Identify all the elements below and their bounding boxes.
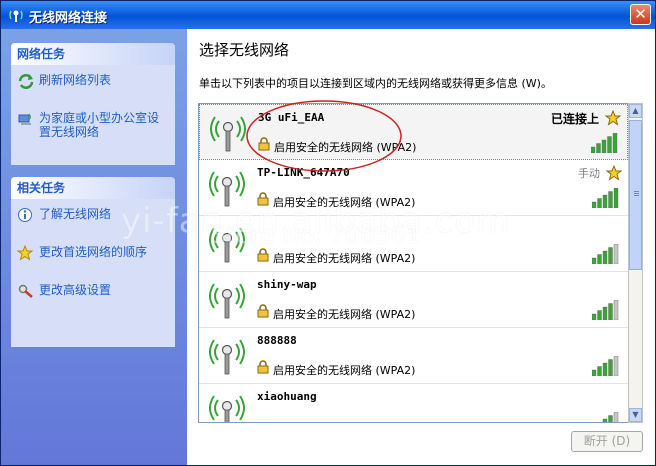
network-ssid: shiny-wap	[257, 278, 317, 291]
signal-bar	[592, 369, 597, 376]
sidebar: 网络任务 刷新网络列表 为家庭或小型办公室设 置无线网络 相关任务 了解无线网络…	[1, 29, 187, 465]
signal-bar	[597, 254, 602, 264]
signal-bar	[612, 133, 618, 153]
signal-bar	[607, 136, 612, 153]
network-tasks-panel: 网络任务 刷新网络列表 为家庭或小型办公室设 置无线网络	[11, 43, 175, 165]
signal-strength	[598, 412, 619, 424]
signal-bar	[601, 139, 607, 153]
signal-strength	[592, 356, 619, 376]
signal-bar	[608, 415, 613, 422]
signal-strength	[592, 300, 619, 320]
change-preferred-order-link[interactable]: 更改首选网络的顺序	[17, 245, 147, 261]
signal-bar	[608, 247, 613, 264]
instruction-text: 单击以下列表中的项目以连接到区域内的无线网络或获得更多信息 (W)。	[199, 77, 552, 90]
signal-bar	[598, 423, 602, 424]
preferred-star-icon	[605, 110, 621, 126]
change-preferred-order-label: 更改首选网络的顺序	[39, 245, 148, 259]
lock-icon	[257, 304, 269, 318]
network-ssid: xiaohuang	[257, 390, 317, 403]
signal-bar	[613, 412, 619, 422]
wireless-antenna-icon	[209, 395, 245, 422]
learn-wireless-label: 了解无线网络	[39, 207, 112, 221]
network-status: 已连接上	[550, 112, 599, 126]
setup-network-icon	[18, 113, 31, 125]
page-title: 选择无线网络	[199, 41, 290, 59]
signal-bar	[602, 306, 608, 320]
network-status: 手动	[578, 167, 600, 180]
signal-bar	[613, 300, 619, 320]
network-tasks-header: 网络任务	[11, 43, 175, 65]
network-security: 启用安全的无线网络 (WPA2)	[273, 252, 416, 265]
disconnect-button[interactable]: 断开 (D)	[571, 431, 643, 452]
setup-home-network-label-1: 为家庭或小型办公室设	[39, 111, 160, 125]
lock-icon	[257, 248, 269, 262]
signal-bar	[592, 313, 597, 320]
change-advanced-settings-label: 更改高级设置	[39, 283, 112, 297]
signal-bar	[602, 250, 608, 264]
signal-bar	[602, 362, 608, 376]
refresh-icon	[18, 74, 34, 89]
signal-strength	[591, 133, 618, 153]
signal-strength	[592, 244, 619, 264]
signal-strength	[592, 188, 619, 208]
lock-icon	[257, 360, 269, 374]
wireless-antenna-icon	[209, 339, 245, 375]
scroll-up-button[interactable]: ▲	[629, 104, 642, 118]
close-button[interactable]: ✕	[630, 4, 651, 25]
scroll-grip	[634, 191, 639, 192]
wireless-network-icon	[9, 10, 23, 22]
highlight-circle	[246, 100, 402, 172]
signal-bar	[592, 201, 597, 208]
signal-bar	[596, 143, 601, 153]
network-item[interactable]: shiny-wap 启用安全的无线网络 (WPA2)	[199, 272, 628, 328]
signal-bar	[591, 146, 596, 153]
network-item[interactable]: xiaohuang	[199, 384, 628, 424]
network-item[interactable]: 888888 启用安全的无线网络 (WPA2)	[199, 328, 628, 384]
wireless-connection-window: 无线网络连接 ✕ 网络任务 刷新网络列表 为家庭或小型办公室设 置无线网络 相关…	[0, 0, 656, 466]
watermark-store: Store No. 700561	[211, 221, 422, 249]
signal-bar	[602, 418, 608, 422]
change-advanced-settings-link[interactable]: 更改高级设置	[17, 283, 111, 299]
signal-bar	[597, 310, 602, 320]
learn-wireless-link[interactable]: 了解无线网络	[17, 207, 111, 223]
signal-bar	[613, 244, 619, 264]
window-title: 无线网络连接	[29, 11, 108, 26]
setup-home-network-link[interactable]: 为家庭或小型办公室设 置无线网络	[17, 111, 159, 139]
signal-bar	[613, 188, 619, 208]
signal-bar	[597, 366, 602, 376]
star-icon	[17, 245, 34, 261]
network-ssid: 888888	[257, 334, 297, 347]
wireless-antenna-icon	[209, 283, 245, 319]
scroll-down-button[interactable]: ▼	[629, 408, 642, 422]
title-bar[interactable]: 无线网络连接 ✕	[1, 1, 655, 29]
signal-bar	[597, 198, 602, 208]
signal-bar	[608, 359, 613, 376]
wireless-antenna-icon	[210, 116, 246, 152]
signal-bar	[592, 257, 597, 264]
network-security: 启用安全的无线网络 (WPA2)	[273, 308, 416, 321]
network-list-scrollbar[interactable]: ▲ ▼	[628, 103, 643, 423]
signal-bar	[608, 303, 613, 320]
preferred-star-icon	[606, 165, 622, 181]
info-icon	[18, 208, 32, 222]
network-security: 启用安全的无线网络 (WPA2)	[273, 364, 416, 377]
refresh-network-list-label: 刷新网络列表	[39, 73, 112, 87]
settings-icon	[18, 284, 33, 298]
signal-bar	[613, 356, 619, 376]
related-tasks-header: 相关任务	[11, 177, 175, 199]
refresh-network-list-link[interactable]: 刷新网络列表	[17, 73, 111, 89]
scroll-thumb[interactable]	[629, 120, 642, 270]
signal-bar	[602, 194, 608, 208]
signal-bar	[608, 191, 613, 208]
setup-home-network-label-2: 置无线网络	[39, 125, 100, 139]
